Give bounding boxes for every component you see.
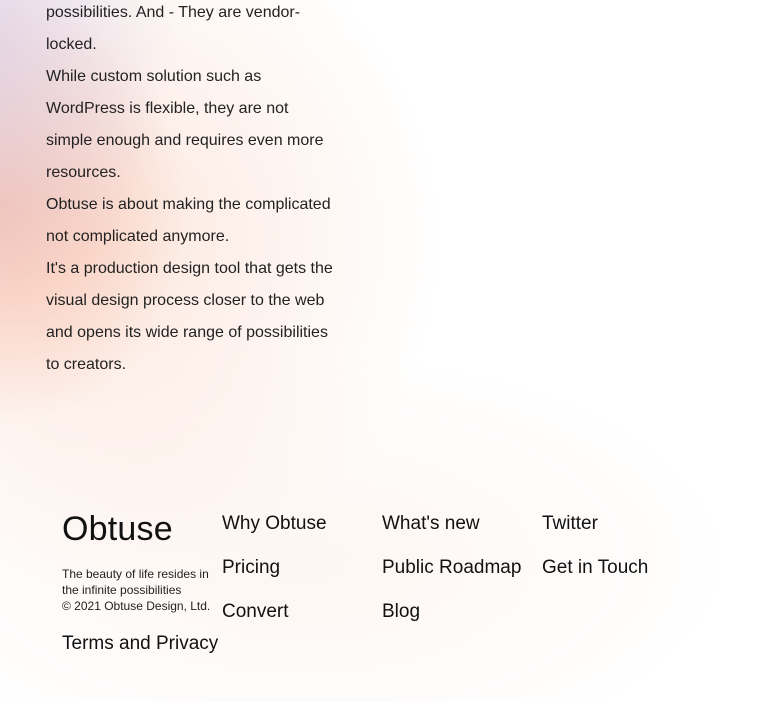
footer-column-product: Why Obtuse Pricing Convert bbox=[222, 512, 382, 644]
site-footer: Obtuse The beauty of life resides in the… bbox=[62, 505, 722, 675]
footer-link-public-roadmap[interactable]: Public Roadmap bbox=[382, 556, 542, 600]
footer-link-why-obtuse[interactable]: Why Obtuse bbox=[222, 512, 382, 556]
footer-column-contact: Twitter Get in Touch bbox=[542, 512, 702, 600]
about-paragraph: Obtuse is about making the complicated n… bbox=[46, 196, 331, 245]
terms-privacy-link[interactable]: Terms and Privacy bbox=[62, 632, 218, 656]
about-text: possibilities. And - They are vendor-loc… bbox=[46, 0, 336, 381]
footer-link-pricing[interactable]: Pricing bbox=[222, 556, 382, 600]
footer-link-whats-new[interactable]: What's new bbox=[382, 512, 542, 556]
footer-link-blog[interactable]: Blog bbox=[382, 600, 542, 644]
brand-logo-text: Obtuse bbox=[62, 510, 173, 548]
about-paragraph: It's a production design tool that gets … bbox=[46, 260, 333, 373]
footer-link-get-in-touch[interactable]: Get in Touch bbox=[542, 556, 702, 600]
footer-brand: Obtuse The beauty of life resides in the… bbox=[62, 505, 222, 614]
footer-column-updates: What's new Public Roadmap Blog bbox=[382, 512, 542, 644]
footer-link-convert[interactable]: Convert bbox=[222, 600, 382, 644]
footer-link-twitter[interactable]: Twitter bbox=[542, 512, 702, 556]
brand-tagline: The beauty of life resides in the infini… bbox=[62, 567, 209, 597]
about-paragraph: While custom solution such as WordPress … bbox=[46, 68, 324, 181]
about-paragraph: possibilities. And - They are vendor-loc… bbox=[46, 4, 301, 53]
copyright-text: © 2021 Obtuse Design, Ltd. bbox=[62, 599, 211, 613]
